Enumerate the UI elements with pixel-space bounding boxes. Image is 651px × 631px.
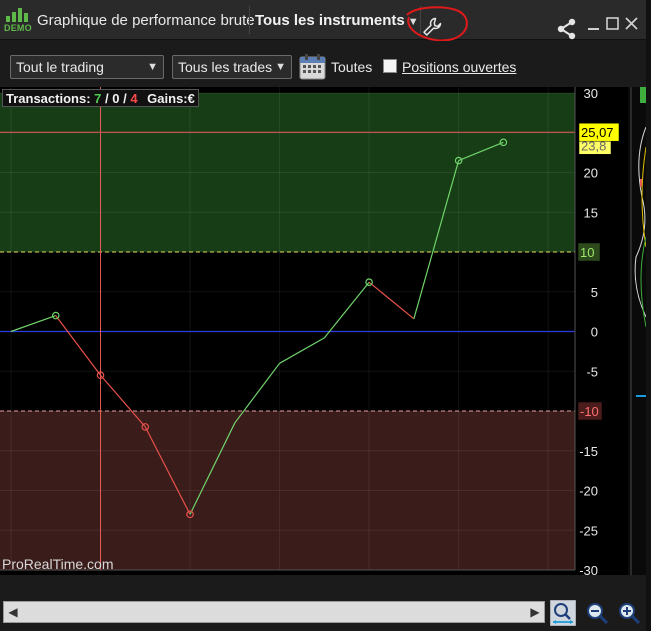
y-tick-label: 0 bbox=[591, 325, 598, 340]
transactions-loss: 4 bbox=[130, 91, 138, 106]
y-tick-label: 5 bbox=[591, 285, 598, 300]
demo-label: DEMO bbox=[4, 23, 32, 33]
trading-select[interactable]: Tout le trading ▼ bbox=[10, 55, 164, 79]
zoom-fit-icon[interactable] bbox=[550, 600, 576, 626]
y-tick-label: 15 bbox=[584, 205, 598, 220]
chart-svg: 302520151050-5-10-15-20-25-30 024681012 … bbox=[0, 86, 647, 595]
maximize-icon[interactable] bbox=[605, 16, 621, 32]
transactions-info: Transactions: 7 / 0 / 4 Gains:€ bbox=[2, 89, 199, 107]
calendar-icon[interactable] bbox=[299, 53, 326, 80]
trades-select-value: Tous les trades bbox=[178, 59, 273, 75]
positions-link[interactable]: Positions ouvertes bbox=[402, 59, 516, 75]
side-panel-marker bbox=[636, 395, 646, 397]
gains-currency: € bbox=[187, 91, 195, 106]
y-tick-label: -5 bbox=[586, 364, 598, 379]
side-panel-candle bbox=[640, 179, 642, 187]
zoom-in-icon[interactable] bbox=[616, 600, 642, 626]
horizontal-scrollbar[interactable]: ◀ ▶ bbox=[3, 601, 545, 623]
red-annotation-circle bbox=[406, 6, 468, 42]
y-tick-label: -25 bbox=[579, 523, 598, 538]
scroll-left-icon[interactable]: ◀ bbox=[4, 602, 22, 622]
title-divider bbox=[249, 6, 250, 34]
instruments-label: Tous les instruments bbox=[255, 12, 405, 29]
demo-logo-icon: DEMO bbox=[4, 6, 32, 36]
scroll-right-icon[interactable]: ▶ bbox=[526, 602, 544, 622]
performance-chart[interactable]: 302520151050-5-10-15-20-25-30 024681012 … bbox=[0, 86, 647, 595]
instruments-dropdown[interactable]: Tous les instruments ▼ bbox=[255, 12, 419, 29]
crosshair-y-badge: 25,07 bbox=[581, 125, 614, 140]
share-icon[interactable] bbox=[556, 18, 578, 40]
minimize-icon[interactable] bbox=[586, 16, 602, 32]
side-panel-strip bbox=[628, 87, 647, 575]
toutes-label: Toutes bbox=[331, 59, 373, 75]
performance-window: DEMO Graphique de performance brute Tous… bbox=[0, 0, 651, 631]
window-edge bbox=[646, 0, 651, 631]
y-tick-label: -15 bbox=[579, 444, 598, 459]
title-bar: DEMO Graphique de performance brute Tous… bbox=[0, 0, 646, 42]
zoom-out-icon[interactable] bbox=[584, 600, 610, 626]
gains-label: Gains: bbox=[147, 91, 188, 106]
y-tick-label: -30 bbox=[579, 563, 598, 575]
transactions-label: Transactions: bbox=[6, 91, 91, 106]
close-icon[interactable] bbox=[624, 16, 640, 32]
transactions-sep: / bbox=[101, 91, 113, 106]
y-tick-label: 30 bbox=[584, 87, 598, 101]
window-title: Graphique de performance brute bbox=[37, 12, 255, 29]
positions-checkbox[interactable] bbox=[383, 59, 397, 73]
y-tick-label: 20 bbox=[584, 166, 598, 181]
trading-select-value: Tout le trading bbox=[16, 59, 104, 75]
trades-select[interactable]: Tous les trades ▼ bbox=[172, 55, 292, 79]
chevron-down-icon: ▼ bbox=[275, 61, 286, 73]
lower-threshold-badge: -10 bbox=[580, 404, 599, 419]
transactions-sep: / bbox=[119, 91, 131, 106]
toolbar: Tout le trading ▼ Tous les trades ▼ Tout… bbox=[0, 41, 646, 87]
chevron-down-icon: ▼ bbox=[147, 61, 158, 73]
side-panel-divider bbox=[630, 87, 632, 575]
watermark: ProRealTime.com bbox=[2, 556, 114, 572]
upper-threshold-badge: 10 bbox=[580, 245, 594, 260]
y-tick-label: -20 bbox=[579, 484, 598, 499]
side-panel-green-tab bbox=[640, 87, 646, 103]
